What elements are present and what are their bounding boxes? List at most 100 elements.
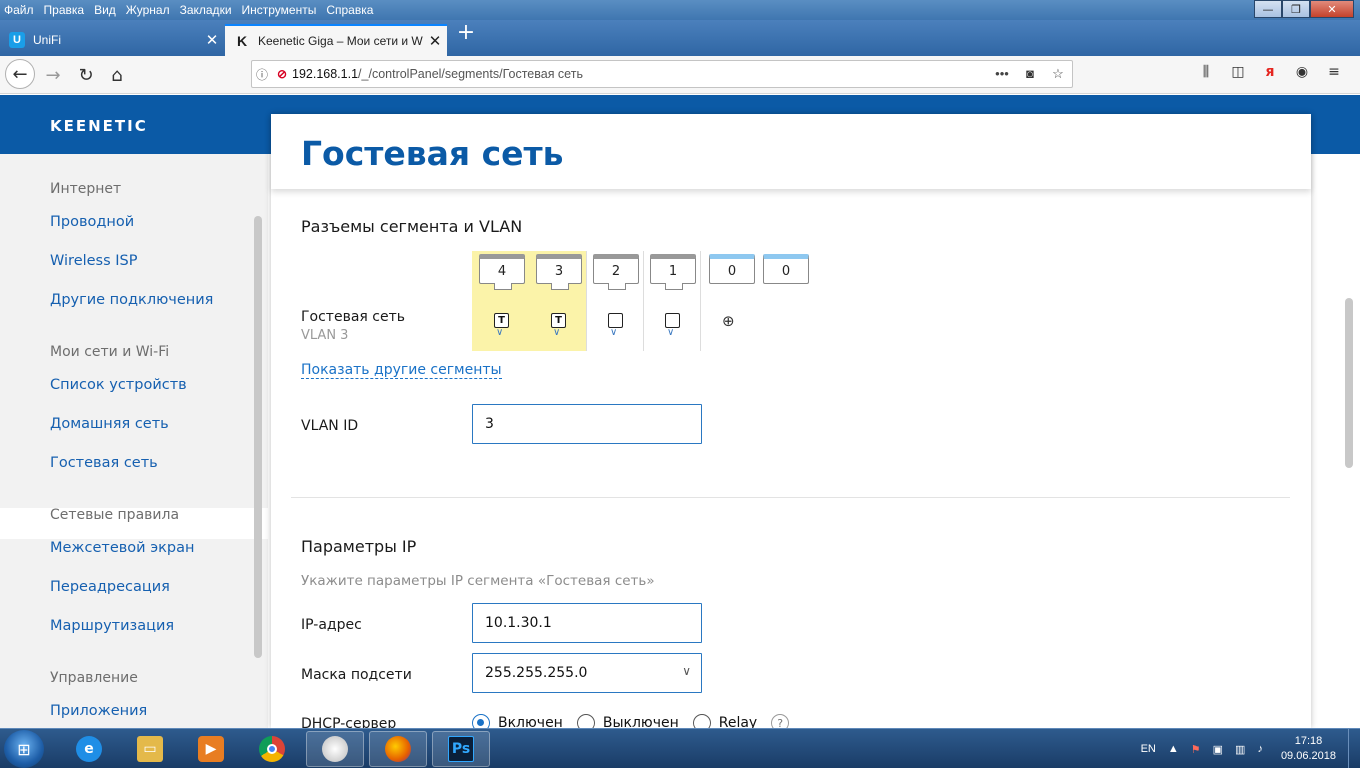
dhcp-enabled-label[interactable]: Включен	[498, 715, 563, 728]
clock-time: 17:18	[1294, 735, 1323, 747]
sidebar-item-wired[interactable]: Проводной	[50, 214, 134, 230]
tab-unifi[interactable]: U UniFi ✕	[0, 24, 224, 56]
start-button[interactable]: ⊞	[4, 730, 44, 768]
main-panel: Гостевая сеть Разъемы сегмента и VLAN 4 …	[271, 114, 1311, 728]
show-desktop-button[interactable]	[1348, 729, 1360, 768]
dhcp-relay-radio[interactable]	[692, 714, 711, 728]
port-2-checkbox[interactable]	[608, 313, 623, 328]
sidebar-item-other-connections[interactable]: Другие подключения	[50, 292, 213, 308]
port-3: 3	[536, 254, 582, 290]
volume-icon[interactable]: ♪	[1251, 743, 1269, 755]
chevron-down-icon[interactable]: ∨	[553, 327, 560, 338]
disc-taskbar-button[interactable]	[306, 731, 364, 767]
menu-tools[interactable]: Инструменты	[237, 3, 322, 17]
ip-address-input[interactable]: 10.1.30.1	[472, 603, 702, 643]
menu-help[interactable]: Справка	[321, 3, 378, 17]
keenetic-logo[interactable]: KEENETIC	[50, 117, 148, 135]
network-icon[interactable]: ▥	[1229, 743, 1251, 756]
port-4-tagged-checkbox[interactable]: T	[494, 313, 509, 328]
sidebar-item-port-forwarding[interactable]: Переадресация	[50, 579, 170, 595]
sidebar-item-home-network[interactable]: Домашняя сеть	[50, 416, 169, 432]
subnet-mask-select[interactable]: 255.255.255.0 ∨	[472, 653, 702, 693]
ie-taskbar-button[interactable]: e	[60, 731, 118, 767]
sidebar-item-firewall[interactable]: Межсетевой экран	[50, 540, 195, 556]
chevron-down-icon[interactable]: ∨	[610, 327, 617, 338]
vlan-id-input[interactable]: 3	[472, 404, 702, 444]
back-icon[interactable]: ←	[5, 59, 35, 89]
insecure-lock-icon[interactable]: ⊘	[272, 67, 292, 81]
page-actions-icon[interactable]: •••	[988, 66, 1016, 82]
menu-view[interactable]: Вид	[89, 3, 121, 17]
menu-bookmarks[interactable]: Закладки	[175, 3, 237, 17]
sidebar-item-applications[interactable]: Приложения	[50, 703, 147, 719]
menu-file[interactable]: Файл	[0, 3, 39, 17]
taskbar: ⊞ e ▭ ▶ Ps EN ▲ ⚑ ▣ ▥ ♪ 17:18 09.06.2018	[0, 728, 1360, 768]
close-window-button[interactable]: ✕	[1310, 0, 1354, 18]
dhcp-server-label: DHCP-сервер	[301, 716, 397, 728]
sidebar-icon[interactable]: ◫	[1222, 64, 1254, 80]
hamburger-menu-icon[interactable]: ≡	[1318, 64, 1350, 80]
unifi-icon: U	[9, 32, 25, 48]
ip-address-label: IP-адрес	[301, 617, 362, 633]
dhcp-disabled-label[interactable]: Выключен	[603, 715, 679, 728]
sidebar-item-wireless-isp[interactable]: Wireless ISP	[50, 253, 138, 269]
new-tab-icon[interactable]: +	[454, 20, 478, 45]
dhcp-relay-label[interactable]: Relay	[719, 715, 757, 728]
library-icon[interactable]: ⫼	[1190, 64, 1222, 80]
show-other-segments-link[interactable]: Показать другие сегменты	[301, 362, 502, 379]
tab-close-icon[interactable]: ✕	[423, 32, 447, 50]
info-icon[interactable]: ⓘ	[252, 66, 272, 83]
port-label: 0	[763, 254, 809, 284]
action-center-icon[interactable]: ▣	[1207, 743, 1229, 756]
network-alert-icon[interactable]: ⚑	[1185, 743, 1207, 756]
chrome-icon	[259, 736, 285, 762]
dhcp-enabled-radio[interactable]	[472, 714, 490, 728]
menu-edit[interactable]: Правка	[39, 3, 90, 17]
photoshop-icon: Ps	[448, 736, 474, 762]
sidebar-group-network-rules: Сетевые правила	[50, 507, 180, 523]
tray-expand-icon[interactable]: ▲	[1162, 743, 1185, 755]
language-indicator[interactable]: EN	[1135, 743, 1162, 755]
page-scrollbar[interactable]	[1345, 298, 1353, 468]
tab-keenetic[interactable]: K Keenetic Giga – Мои сети и Wi-Fi ✕	[225, 24, 447, 56]
segment-name: Гостевая сеть	[301, 309, 405, 325]
bookmark-star-icon[interactable]: ☆	[1044, 66, 1072, 82]
tab-label: Keenetic Giga – Мои сети и Wi-Fi	[258, 34, 423, 48]
tab-close-icon[interactable]: ✕	[200, 31, 224, 49]
reload-icon[interactable]: ↻	[72, 61, 100, 89]
chevron-down-icon[interactable]: ∨	[667, 327, 674, 338]
home-icon[interactable]: ⌂	[103, 61, 131, 89]
port-1-checkbox[interactable]	[665, 313, 680, 328]
media-player-icon: ▶	[198, 736, 224, 762]
sidebar-item-device-list[interactable]: Список устройств	[50, 377, 187, 393]
port-0-wan: 0	[709, 254, 755, 290]
url-bar[interactable]: ⓘ ⊘ 192.168.1.1/_/controlPanel/segments/…	[251, 60, 1073, 88]
extension-icon[interactable]: ◉	[1286, 64, 1318, 80]
help-icon[interactable]: ?	[771, 714, 790, 728]
sidebar-item-guest-network[interactable]: Гостевая сеть	[50, 455, 158, 471]
chrome-taskbar-button[interactable]	[243, 731, 301, 767]
dhcp-disabled-radio[interactable]	[576, 714, 595, 728]
globe-icon: ⊕	[722, 312, 735, 330]
chevron-down-icon: ∨	[682, 664, 691, 678]
pocket-icon[interactable]: ◙	[1016, 66, 1044, 82]
firefox-taskbar-button[interactable]	[369, 731, 427, 767]
menu-history[interactable]: Журнал	[121, 3, 175, 17]
clock[interactable]: 17:18 09.06.2018	[1269, 734, 1348, 764]
photoshop-taskbar-button[interactable]: Ps	[432, 731, 490, 767]
media-player-taskbar-button[interactable]: ▶	[182, 731, 240, 767]
sidebar-item-routing[interactable]: Маршрутизация	[50, 618, 174, 634]
forward-icon[interactable]: →	[39, 61, 67, 89]
sidebar-group-networks: Мои сети и Wi-Fi	[50, 344, 170, 360]
minimize-button[interactable]: —	[1254, 0, 1282, 18]
yandex-icon[interactable]: я	[1254, 64, 1286, 80]
port-1: 1	[650, 254, 696, 290]
clock-date: 09.06.2018	[1280, 750, 1336, 762]
chevron-down-icon[interactable]: ∨	[496, 327, 503, 338]
page-title: Гостевая сеть	[301, 134, 564, 173]
maximize-button[interactable]: ❐	[1282, 0, 1310, 18]
sidebar-scrollbar[interactable]	[254, 216, 262, 658]
port-3-tagged-checkbox[interactable]: T	[551, 313, 566, 328]
explorer-taskbar-button[interactable]: ▭	[121, 731, 179, 767]
port-label: 3	[536, 254, 582, 290]
